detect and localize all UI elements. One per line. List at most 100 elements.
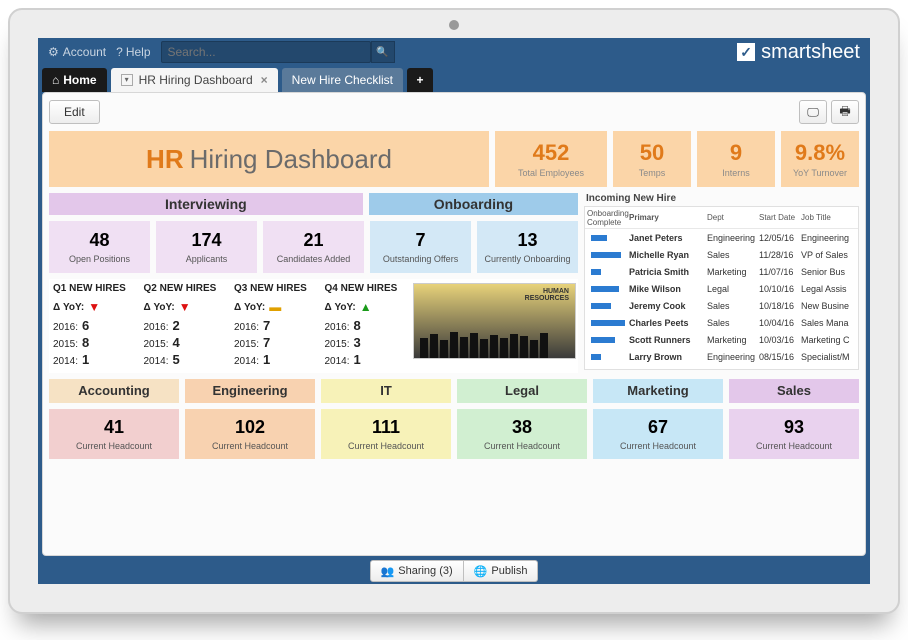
table-row[interactable]: Larry BrownEngineering08/15/16Specialist… bbox=[585, 348, 858, 365]
year-value: 3 bbox=[354, 335, 361, 350]
hr-image bbox=[413, 283, 576, 359]
present-button[interactable]: 🖵 bbox=[799, 100, 827, 124]
publish-label: Publish bbox=[491, 565, 527, 577]
dept-marketing: Marketing bbox=[593, 379, 723, 403]
mid-row: Interviewing Onboarding 48 Open Position… bbox=[49, 193, 859, 373]
hc-value: 93 bbox=[729, 417, 859, 438]
year-value: 8 bbox=[82, 335, 89, 350]
help-link[interactable]: Help bbox=[126, 45, 151, 59]
new-hire-table[interactable]: Onboarding Complete Primary Dept Start D… bbox=[584, 206, 859, 370]
table-body: Janet PetersEngineering12/05/16Engineeri… bbox=[585, 229, 858, 365]
card-value: 13 bbox=[477, 230, 578, 251]
tab-home[interactable]: ⌂ Home bbox=[42, 68, 107, 92]
sharing-label: Sharing (3) bbox=[398, 565, 452, 577]
card-label: Outstanding Offers bbox=[370, 254, 471, 264]
table-header: Onboarding Complete Primary Dept Start D… bbox=[585, 207, 858, 229]
hc-label: Current Headcount bbox=[49, 441, 179, 451]
cell-job-title: Marketing C bbox=[799, 334, 855, 346]
plus-icon: + bbox=[417, 73, 424, 87]
table-title: Incoming New Hire bbox=[584, 193, 859, 204]
year-label: 2014: bbox=[325, 356, 350, 367]
headcount-engineering: 102 Current Headcount bbox=[185, 409, 315, 459]
cell-start-date: 12/05/16 bbox=[757, 232, 799, 244]
table-row[interactable]: Janet PetersEngineering12/05/16Engineeri… bbox=[585, 229, 858, 246]
table-row[interactable]: Mike WilsonLegal10/10/16Legal Assis bbox=[585, 280, 858, 297]
year-value: 7 bbox=[263, 318, 270, 333]
card-open-positions: 48 Open Positions bbox=[49, 221, 150, 273]
progress-bar bbox=[591, 286, 619, 292]
gear-icon[interactable]: ⚙ bbox=[48, 45, 59, 59]
cell-start-date: 08/15/16 bbox=[757, 351, 799, 363]
progress-bar bbox=[591, 303, 611, 309]
hc-label: Current Headcount bbox=[321, 441, 451, 451]
help-icon[interactable]: ? bbox=[116, 45, 123, 59]
hc-label: Current Headcount bbox=[457, 441, 587, 451]
search-button[interactable]: 🔍 bbox=[371, 41, 395, 63]
dept-sales: Sales bbox=[729, 379, 859, 403]
tab-add[interactable]: + bbox=[407, 68, 433, 92]
dyoy-label: Δ YoY: bbox=[144, 302, 175, 313]
metric-label: Temps bbox=[613, 168, 691, 178]
metric-temps: 50 Temps bbox=[613, 131, 691, 187]
print-button[interactable]: 🖶 bbox=[831, 100, 859, 124]
year-label: 2016: bbox=[53, 322, 78, 333]
card-applicants: 174 Applicants bbox=[156, 221, 257, 273]
card-label: Candidates Added bbox=[263, 254, 364, 264]
publish-button[interactable]: 🌐 Publish bbox=[464, 560, 539, 582]
right-mid: Incoming New Hire Onboarding Complete Pr… bbox=[584, 193, 859, 373]
table-row[interactable]: Charles PeetsSales10/04/16Sales Mana bbox=[585, 314, 858, 331]
metric-total-employees: 452 Total Employees bbox=[495, 131, 607, 187]
cell-dept: Sales bbox=[705, 249, 757, 261]
title-prefix: HR bbox=[146, 144, 184, 175]
search-input[interactable] bbox=[161, 41, 371, 63]
col-job-title[interactable]: Job Title bbox=[799, 212, 855, 223]
chevron-down-icon[interactable]: ▾ bbox=[121, 74, 133, 86]
year-value: 1 bbox=[82, 352, 89, 367]
triangle-down-icon: ▼ bbox=[179, 300, 191, 314]
year-label: 2014: bbox=[144, 356, 169, 367]
col-start-date[interactable]: Start Date bbox=[757, 212, 799, 223]
year-value: 2 bbox=[173, 318, 180, 333]
account-link[interactable]: Account bbox=[63, 45, 106, 59]
dept-engineering: Engineering bbox=[185, 379, 315, 403]
year-value: 1 bbox=[263, 352, 270, 367]
cell-primary: Patricia Smith bbox=[629, 267, 689, 277]
table-row[interactable]: Scott RunnersMarketing10/03/16Marketing … bbox=[585, 331, 858, 348]
year-value: 1 bbox=[354, 352, 361, 367]
cell-dept: Legal bbox=[705, 283, 757, 295]
cell-job-title: VP of Sales bbox=[799, 249, 855, 261]
table-row[interactable]: Patricia SmithMarketing11/07/16Senior Bu… bbox=[585, 263, 858, 280]
title-text: Hiring Dashboard bbox=[190, 144, 392, 175]
tab-hr-dashboard[interactable]: ▾ HR Hiring Dashboard × bbox=[111, 68, 278, 92]
year-label: 2016: bbox=[234, 322, 259, 333]
q3-col: Q3 NEW HIRES Δ YoY:▬ 2016:7 2015:7 2014:… bbox=[232, 283, 317, 369]
brand-logo: ✓ smartsheet bbox=[737, 41, 860, 64]
col-dept[interactable]: Dept bbox=[705, 212, 757, 223]
cell-start-date: 10/10/16 bbox=[757, 283, 799, 295]
progress-bar bbox=[591, 337, 615, 343]
year-value: 4 bbox=[173, 335, 180, 350]
col-primary[interactable]: Primary bbox=[627, 212, 705, 223]
triangle-down-icon: ▼ bbox=[88, 300, 100, 314]
sharing-button[interactable]: 👥 Sharing (3) bbox=[370, 560, 464, 582]
year-value: 7 bbox=[263, 335, 270, 350]
dashboard-title-card: HR Hiring Dashboard bbox=[49, 131, 489, 187]
tab-new-hire-checklist[interactable]: New Hire Checklist bbox=[282, 68, 403, 92]
cell-dept: Engineering bbox=[705, 351, 757, 363]
cell-job-title: Senior Bus bbox=[799, 266, 855, 278]
hc-label: Current Headcount bbox=[593, 441, 723, 451]
q1-col: Q1 NEW HIRES Δ YoY:▼ 2016:6 2015:8 2014:… bbox=[51, 283, 136, 369]
table-row[interactable]: Jeremy CookSales10/18/16New Busine bbox=[585, 297, 858, 314]
progress-bar bbox=[591, 252, 621, 258]
q2-col: Q2 NEW HIRES Δ YoY:▼ 2016:2 2015:4 2014:… bbox=[142, 283, 227, 369]
dyoy-label: Δ YoY: bbox=[53, 302, 84, 313]
card-currently-onboarding: 13 Currently Onboarding bbox=[477, 221, 578, 273]
edit-button[interactable]: Edit bbox=[49, 100, 100, 124]
close-icon[interactable]: × bbox=[261, 73, 268, 87]
year-value: 8 bbox=[354, 318, 361, 333]
table-row[interactable]: Michelle RyanSales11/28/16VP of Sales bbox=[585, 246, 858, 263]
cell-start-date: 10/18/16 bbox=[757, 300, 799, 312]
card-label: Currently Onboarding bbox=[477, 254, 578, 264]
year-label: 2015: bbox=[53, 339, 78, 350]
col-onboarding-complete[interactable]: Onboarding Complete bbox=[585, 208, 627, 228]
